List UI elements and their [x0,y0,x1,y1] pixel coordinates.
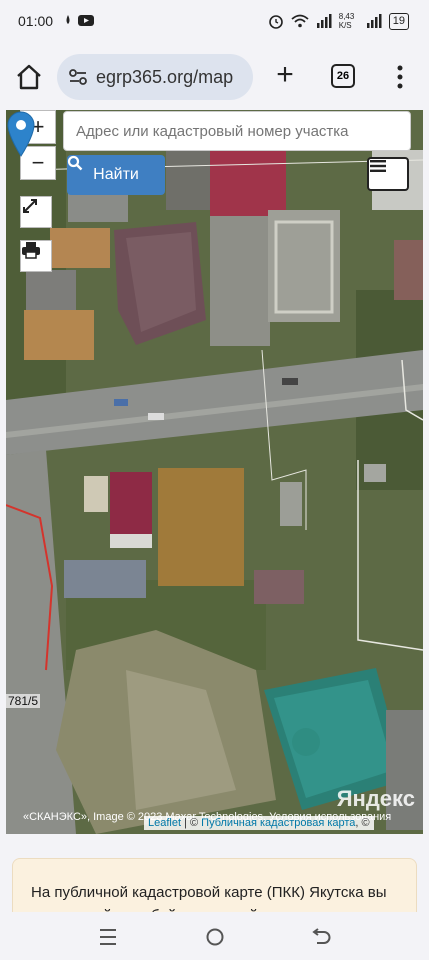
attribution-separator: | © [181,817,202,829]
map-view[interactable]: + − Найти 781/5 Яндекс «СКАНЭКС», Image … [6,110,423,834]
alarm-icon [268,15,283,29]
signal-icon [316,14,332,28]
site-settings-icon[interactable] [67,66,89,88]
notification-icons [64,13,98,30]
status-bar: 01:00 8,43 K/S 19 [0,0,429,44]
browser-toolbar: egrp365.org/map + 26 [0,44,429,110]
notification-icon [66,15,94,26]
url-text: egrp365.org/map [96,66,234,87]
location-marker-icon[interactable] [6,110,36,158]
find-button[interactable]: Найти [67,155,165,195]
status-time: 01:00 [18,13,54,29]
url-bar[interactable]: egrp365.org/map [57,54,253,100]
fullscreen-button[interactable] [20,196,52,228]
signal-icon-2 [366,14,382,28]
layers-menu-button[interactable] [367,157,409,191]
hamburger-icon [370,160,386,172]
back-nav-icon[interactable] [309,926,333,948]
system-nav-bar [0,912,429,960]
new-tab-button[interactable]: + [270,60,300,90]
search-input[interactable] [63,111,411,151]
home-nav-icon[interactable] [203,926,227,948]
print-button[interactable] [20,240,52,272]
home-icon[interactable] [14,62,44,92]
more-menu-icon[interactable] [390,64,410,90]
battery-indicator: 19 [388,12,409,30]
yandex-logo: Яндекс [336,786,415,811]
parcel-number-label: 781/5 [6,694,41,708]
map-attribution: Leaflet | © Публичная кадастровая карта,… [144,816,374,830]
pkk-link[interactable]: Публичная кадастровая карта [201,817,355,829]
net-speed: 8,43 K/S [338,12,355,30]
printer-icon [22,242,40,259]
wifi-icon [291,14,309,28]
tab-switcher-button[interactable]: 26 [331,64,355,88]
recent-apps-icon[interactable] [96,926,120,948]
status-right: 8,43 K/S 19 [268,12,409,30]
expand-icon [23,199,37,213]
satellite-imagery[interactable] [6,110,423,834]
attribution-end: , © [355,817,370,829]
search-icon [67,155,83,171]
leaflet-link[interactable]: Leaflet [148,817,181,829]
find-button-label: Найти [93,166,139,183]
